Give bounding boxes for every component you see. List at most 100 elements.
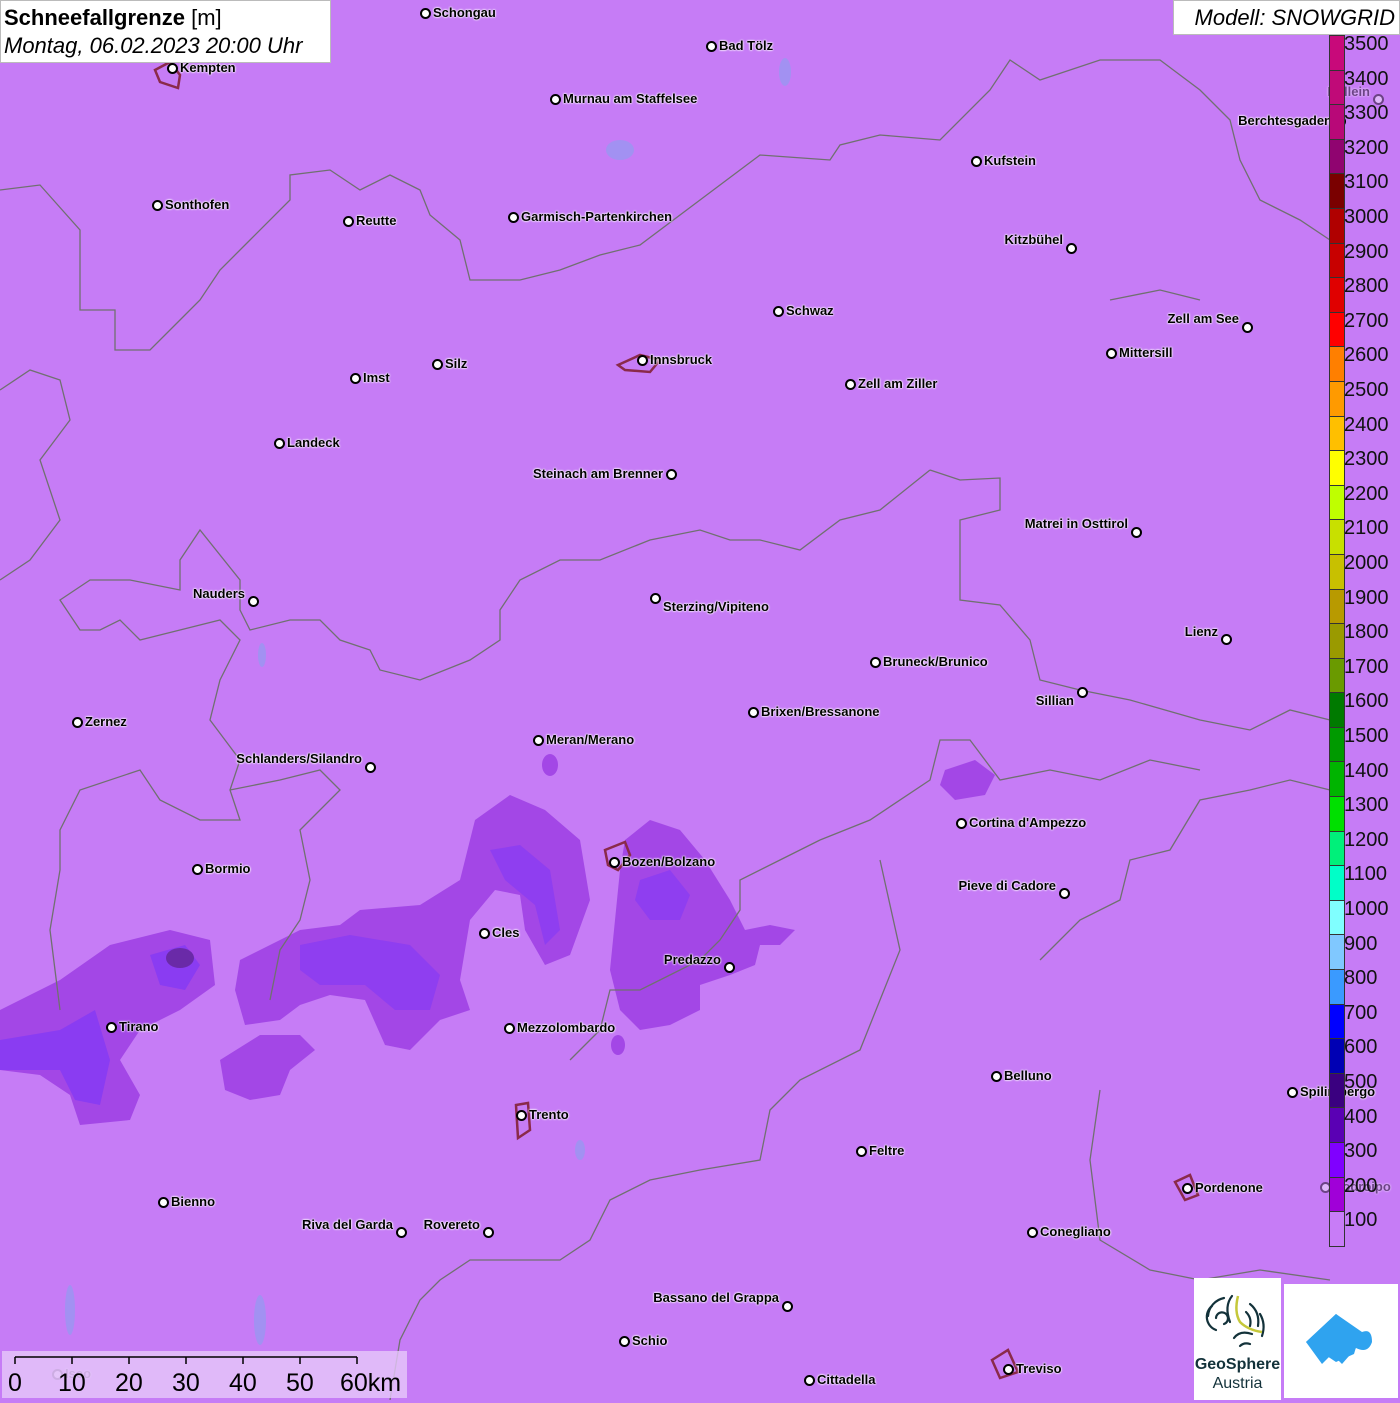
city-label[interactable]: Trento [529, 1108, 569, 1122]
city-marker[interactable] [432, 359, 443, 370]
city-marker[interactable] [479, 928, 490, 939]
city-label[interactable]: Cittadella [817, 1373, 876, 1387]
city-label[interactable]: Treviso [1016, 1362, 1062, 1376]
city-marker[interactable] [167, 63, 178, 74]
city-marker[interactable] [1106, 348, 1117, 359]
city-label[interactable]: Bozen/Bolzano [622, 855, 715, 869]
city-label[interactable]: Innsbruck [650, 353, 712, 367]
city-label[interactable]: Schio [632, 1334, 667, 1348]
city-marker[interactable] [773, 306, 784, 317]
city-marker[interactable] [550, 94, 561, 105]
city-label[interactable]: Nauders [193, 587, 245, 601]
city-marker[interactable] [1182, 1183, 1193, 1194]
city-label[interactable]: Pieve di Cadore [958, 879, 1056, 893]
city-marker[interactable] [396, 1227, 407, 1238]
city-label[interactable]: Garmisch-Partenkirchen [521, 210, 672, 224]
city-marker[interactable] [971, 156, 982, 167]
city-label[interactable]: Kitzbühel [1005, 233, 1064, 247]
city-marker[interactable] [420, 8, 431, 19]
city-marker[interactable] [748, 707, 759, 718]
city-marker[interactable] [782, 1301, 793, 1312]
city-label[interactable]: Brixen/Bressanone [761, 705, 880, 719]
city-marker[interactable] [158, 1197, 169, 1208]
city-label[interactable]: Predazzo [664, 953, 721, 967]
city-label[interactable]: Bassano del Grappa [653, 1291, 779, 1305]
city-marker[interactable] [1131, 527, 1142, 538]
city-label[interactable]: Bienno [171, 1195, 215, 1209]
city-marker[interactable] [72, 717, 83, 728]
city-label[interactable]: Kempten [180, 61, 236, 75]
city-label[interactable]: Berchtesgaden [1238, 114, 1332, 128]
city-marker[interactable] [533, 735, 544, 746]
city-label[interactable]: Zernez [85, 715, 127, 729]
city-marker[interactable] [343, 216, 354, 227]
geosphere-austria-logo[interactable]: GeoSphere Austria [1194, 1278, 1281, 1400]
city-label[interactable]: Reutte [356, 214, 396, 228]
city-marker[interactable] [106, 1022, 117, 1033]
city-label[interactable]: Cortina d'Ampezzo [969, 816, 1086, 830]
city-marker[interactable] [365, 762, 376, 773]
city-label[interactable]: Steinach am Brenner [533, 467, 663, 481]
city-label[interactable]: Schongau [433, 6, 496, 20]
city-marker[interactable] [956, 818, 967, 829]
city-marker[interactable] [350, 373, 361, 384]
city-label[interactable]: Mittersill [1119, 346, 1172, 360]
city-label[interactable]: Belluno [1004, 1069, 1052, 1083]
city-label[interactable]: Rovereto [424, 1218, 480, 1232]
city-label[interactable]: Kufstein [984, 154, 1036, 168]
city-marker[interactable] [1242, 322, 1253, 333]
city-label[interactable]: Bad Tölz [719, 39, 773, 53]
city-label[interactable]: Murnau am Staffelsee [563, 92, 697, 106]
city-label[interactable]: Matrei in Osttirol [1025, 517, 1128, 531]
city-marker[interactable] [1059, 888, 1070, 899]
city-marker[interactable] [991, 1071, 1002, 1082]
city-label[interactable]: Imst [363, 371, 390, 385]
city-marker[interactable] [274, 438, 285, 449]
city-label[interactable]: Landeck [287, 436, 340, 450]
city-label[interactable]: Schwaz [786, 304, 834, 318]
city-label[interactable]: Sonthofen [165, 198, 229, 212]
city-marker[interactable] [706, 41, 717, 52]
city-marker[interactable] [1027, 1227, 1038, 1238]
city-label[interactable]: Meran/Merano [546, 733, 634, 747]
city-marker[interactable] [248, 596, 259, 607]
city-label[interactable]: Bruneck/Brunico [883, 655, 988, 669]
city-marker[interactable] [1066, 243, 1077, 254]
city-label[interactable]: Mezzolombardo [517, 1021, 615, 1035]
city-label[interactable]: Sillian [1036, 694, 1074, 708]
city-marker[interactable] [609, 857, 620, 868]
city-marker[interactable] [804, 1375, 815, 1386]
city-label[interactable]: Cles [492, 926, 519, 940]
city-label[interactable]: Zell am Ziller [858, 377, 937, 391]
city-label[interactable]: Feltre [869, 1144, 904, 1158]
city-label[interactable]: Zell am See [1167, 312, 1239, 326]
city-marker[interactable] [1221, 634, 1232, 645]
city-marker[interactable] [870, 657, 881, 668]
city-marker[interactable] [845, 379, 856, 390]
snowgrid-logo[interactable] [1284, 1284, 1398, 1398]
city-label[interactable]: Conegliano [1040, 1225, 1111, 1239]
city-label[interactable]: Schlanders/Silandro [236, 752, 362, 766]
city-marker[interactable] [1003, 1364, 1014, 1375]
city-label[interactable]: Pordenone [1195, 1181, 1263, 1195]
city-label[interactable]: Sterzing/Vipiteno [663, 600, 769, 614]
city-marker[interactable] [724, 962, 735, 973]
city-marker[interactable] [650, 593, 661, 604]
city-label[interactable]: Silz [445, 357, 467, 371]
city-label[interactable]: Tirano [119, 1020, 159, 1034]
city-marker[interactable] [1077, 687, 1088, 698]
city-marker[interactable] [192, 864, 203, 875]
city-marker[interactable] [504, 1023, 515, 1034]
city-marker[interactable] [516, 1110, 527, 1121]
city-marker[interactable] [619, 1336, 630, 1347]
city-label[interactable]: Lienz [1185, 625, 1218, 639]
city-label[interactable]: Bormio [205, 862, 251, 876]
city-label[interactable]: Riva del Garda [302, 1218, 393, 1232]
city-marker[interactable] [637, 355, 648, 366]
city-marker[interactable] [666, 469, 677, 480]
city-marker[interactable] [483, 1227, 494, 1238]
city-marker[interactable] [508, 212, 519, 223]
city-marker[interactable] [856, 1146, 867, 1157]
city-marker[interactable] [152, 200, 163, 211]
city-marker[interactable] [1287, 1087, 1298, 1098]
